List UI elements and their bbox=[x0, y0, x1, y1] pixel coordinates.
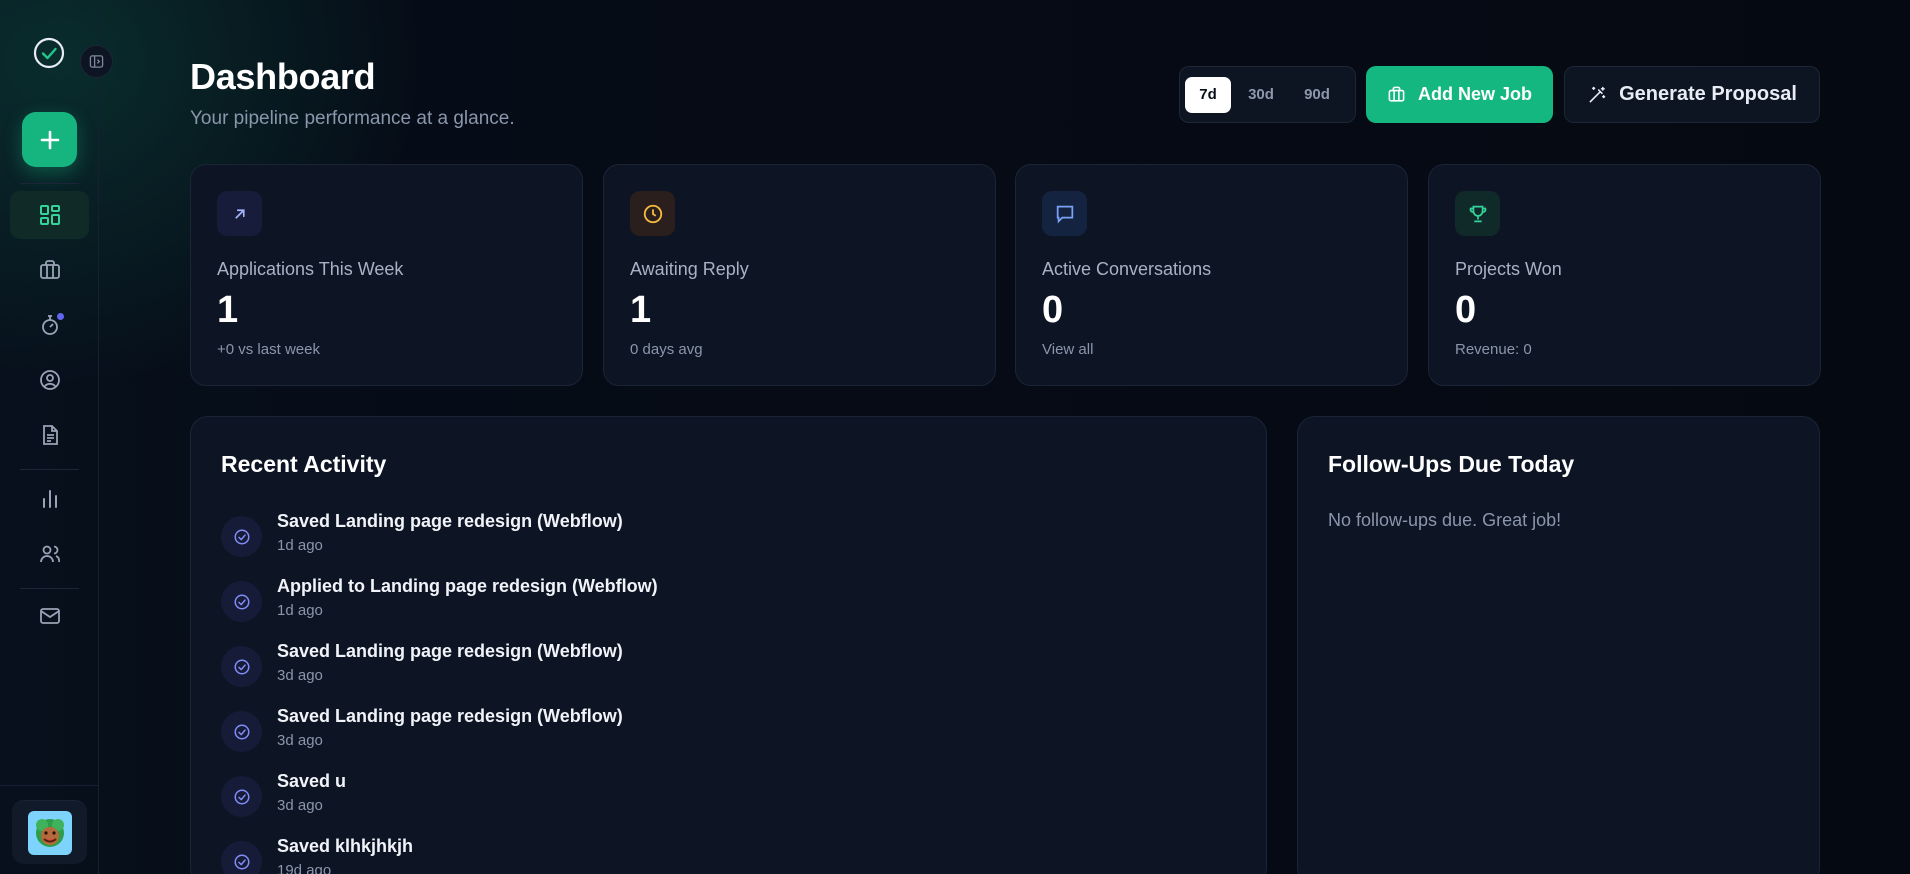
range-7d-button[interactable]: 7d bbox=[1185, 76, 1231, 113]
activity-time: 19d ago bbox=[277, 862, 332, 874]
trophy-icon bbox=[1455, 191, 1500, 236]
briefcase-icon bbox=[1388, 86, 1405, 102]
sidebar-item-messages[interactable] bbox=[10, 592, 89, 640]
sidebar-divider bbox=[0, 785, 99, 786]
stat-card-projects-won[interactable]: Projects Won 0 Revenue: 0 bbox=[1428, 164, 1821, 386]
app-logo-check-icon[interactable] bbox=[33, 37, 65, 69]
user-circle-icon bbox=[39, 370, 60, 390]
check-circle-icon bbox=[221, 711, 262, 752]
activity-title: Saved Landing page redesign (Webflow) bbox=[277, 706, 623, 726]
activity-title: Saved klhkjhkjh bbox=[277, 836, 414, 856]
stat-value: 0 bbox=[1042, 289, 1064, 331]
range-90d-button[interactable]: 90d bbox=[1291, 77, 1343, 113]
check-circle-icon bbox=[221, 516, 262, 557]
sidebar-item-analytics[interactable] bbox=[10, 475, 89, 523]
stat-value: 1 bbox=[217, 289, 239, 331]
activity-title: Saved Landing page redesign (Webflow) bbox=[277, 511, 623, 531]
add-new-job-label: Add New Job bbox=[1417, 84, 1532, 104]
activity-title: Applied to Landing page redesign (Webflo… bbox=[277, 576, 658, 596]
activity-item[interactable]: Applied to Landing page redesign (Webflo… bbox=[221, 576, 1121, 632]
sidebar-item-jobs[interactable] bbox=[10, 246, 89, 294]
chat-bubble-icon bbox=[1042, 191, 1087, 236]
document-icon bbox=[42, 425, 58, 445]
arrow-up-right-icon bbox=[217, 191, 262, 236]
activity-title: Saved u bbox=[277, 771, 347, 791]
stat-card-active-conversations[interactable]: Active Conversations 0 View all bbox=[1015, 164, 1408, 386]
activity-item[interactable]: Saved klhkjhkjh 19d ago bbox=[221, 836, 1121, 874]
activity-item[interactable]: Saved Landing page redesign (Webflow) 3d … bbox=[221, 706, 1121, 762]
sidebar-item-proposals[interactable] bbox=[10, 411, 89, 459]
sidebar-toggle-icon bbox=[89, 55, 104, 68]
stat-card-awaiting-reply[interactable]: Awaiting Reply 1 0 days avg bbox=[603, 164, 996, 386]
generate-proposal-button[interactable]: Generate Proposal bbox=[1564, 66, 1820, 123]
stat-label: Active Conversations bbox=[1042, 259, 1212, 279]
check-circle-icon bbox=[221, 841, 262, 874]
check-circle-icon bbox=[221, 776, 262, 817]
activity-time: 1d ago bbox=[277, 602, 323, 619]
activity-item[interactable]: Saved u 3d ago bbox=[221, 771, 1121, 827]
stat-subtext: +0 vs last week bbox=[217, 341, 320, 358]
dashboard-grid-icon bbox=[39, 205, 60, 225]
activity-time: 3d ago bbox=[277, 667, 323, 684]
activity-title: Saved Landing page redesign (Webflow) bbox=[277, 641, 623, 661]
empty-state-text: No follow-ups due. Great job! bbox=[1328, 510, 1562, 530]
activity-item[interactable]: Saved Landing page redesign (Webflow) 1d … bbox=[221, 511, 1121, 567]
panel-title: Recent Activity bbox=[221, 451, 387, 477]
activity-item[interactable]: Saved Landing page redesign (Webflow) 3d … bbox=[221, 641, 1121, 697]
date-range-selector: 7d 30d 90d bbox=[1179, 66, 1356, 123]
check-circle-icon bbox=[221, 646, 262, 687]
generate-proposal-label: Generate Proposal bbox=[1619, 83, 1797, 105]
sidebar-item-timer[interactable] bbox=[10, 301, 89, 349]
bar-chart-icon bbox=[42, 490, 57, 508]
follow-ups-panel: Follow-Ups Due Today No follow-ups due. … bbox=[1297, 416, 1820, 874]
magic-wand-icon bbox=[1589, 86, 1606, 102]
stat-label: Projects Won bbox=[1455, 259, 1562, 279]
activity-time: 1d ago bbox=[277, 537, 323, 554]
sidebar-divider bbox=[20, 469, 79, 470]
stat-card-applications[interactable]: Applications This Week 1 +0 vs last week bbox=[190, 164, 583, 386]
sidebar-item-dashboard[interactable] bbox=[10, 191, 89, 239]
notification-dot bbox=[57, 313, 64, 320]
sidebar bbox=[0, 3, 99, 874]
plus-icon bbox=[40, 130, 59, 149]
sidebar-divider bbox=[20, 183, 79, 184]
briefcase-icon bbox=[39, 260, 60, 279]
collapse-sidebar-button[interactable] bbox=[80, 45, 113, 78]
users-icon bbox=[39, 545, 60, 563]
check-circle-icon bbox=[221, 581, 262, 622]
sidebar-item-clients[interactable] bbox=[10, 530, 89, 578]
stat-value: 1 bbox=[630, 289, 652, 331]
stat-label: Applications This Week bbox=[217, 259, 404, 279]
stat-value: 0 bbox=[1455, 289, 1477, 331]
stat-label: Awaiting Reply bbox=[630, 259, 749, 279]
range-30d-button[interactable]: 30d bbox=[1235, 77, 1287, 113]
sidebar-item-profile[interactable] bbox=[10, 356, 89, 404]
sidebar-divider bbox=[20, 588, 79, 589]
stat-subtext: Revenue: 0 bbox=[1455, 341, 1532, 358]
mail-icon bbox=[39, 608, 60, 624]
new-item-button[interactable] bbox=[22, 112, 77, 167]
activity-time: 3d ago bbox=[277, 732, 323, 749]
view-all-link[interactable]: View all bbox=[1042, 341, 1093, 358]
page-subtitle: Your pipeline performance at a glance. bbox=[190, 108, 515, 129]
recent-activity-panel: Recent Activity Saved Landing page redes… bbox=[190, 416, 1267, 874]
panel-title: Follow-Ups Due Today bbox=[1328, 451, 1575, 477]
clock-icon bbox=[630, 191, 675, 236]
page-title: Dashboard bbox=[190, 56, 376, 97]
avatar bbox=[27, 810, 72, 855]
add-new-job-button[interactable]: Add New Job bbox=[1366, 66, 1553, 123]
activity-time: 3d ago bbox=[277, 797, 323, 814]
user-avatar[interactable] bbox=[12, 800, 87, 864]
stat-subtext: 0 days avg bbox=[630, 341, 703, 358]
